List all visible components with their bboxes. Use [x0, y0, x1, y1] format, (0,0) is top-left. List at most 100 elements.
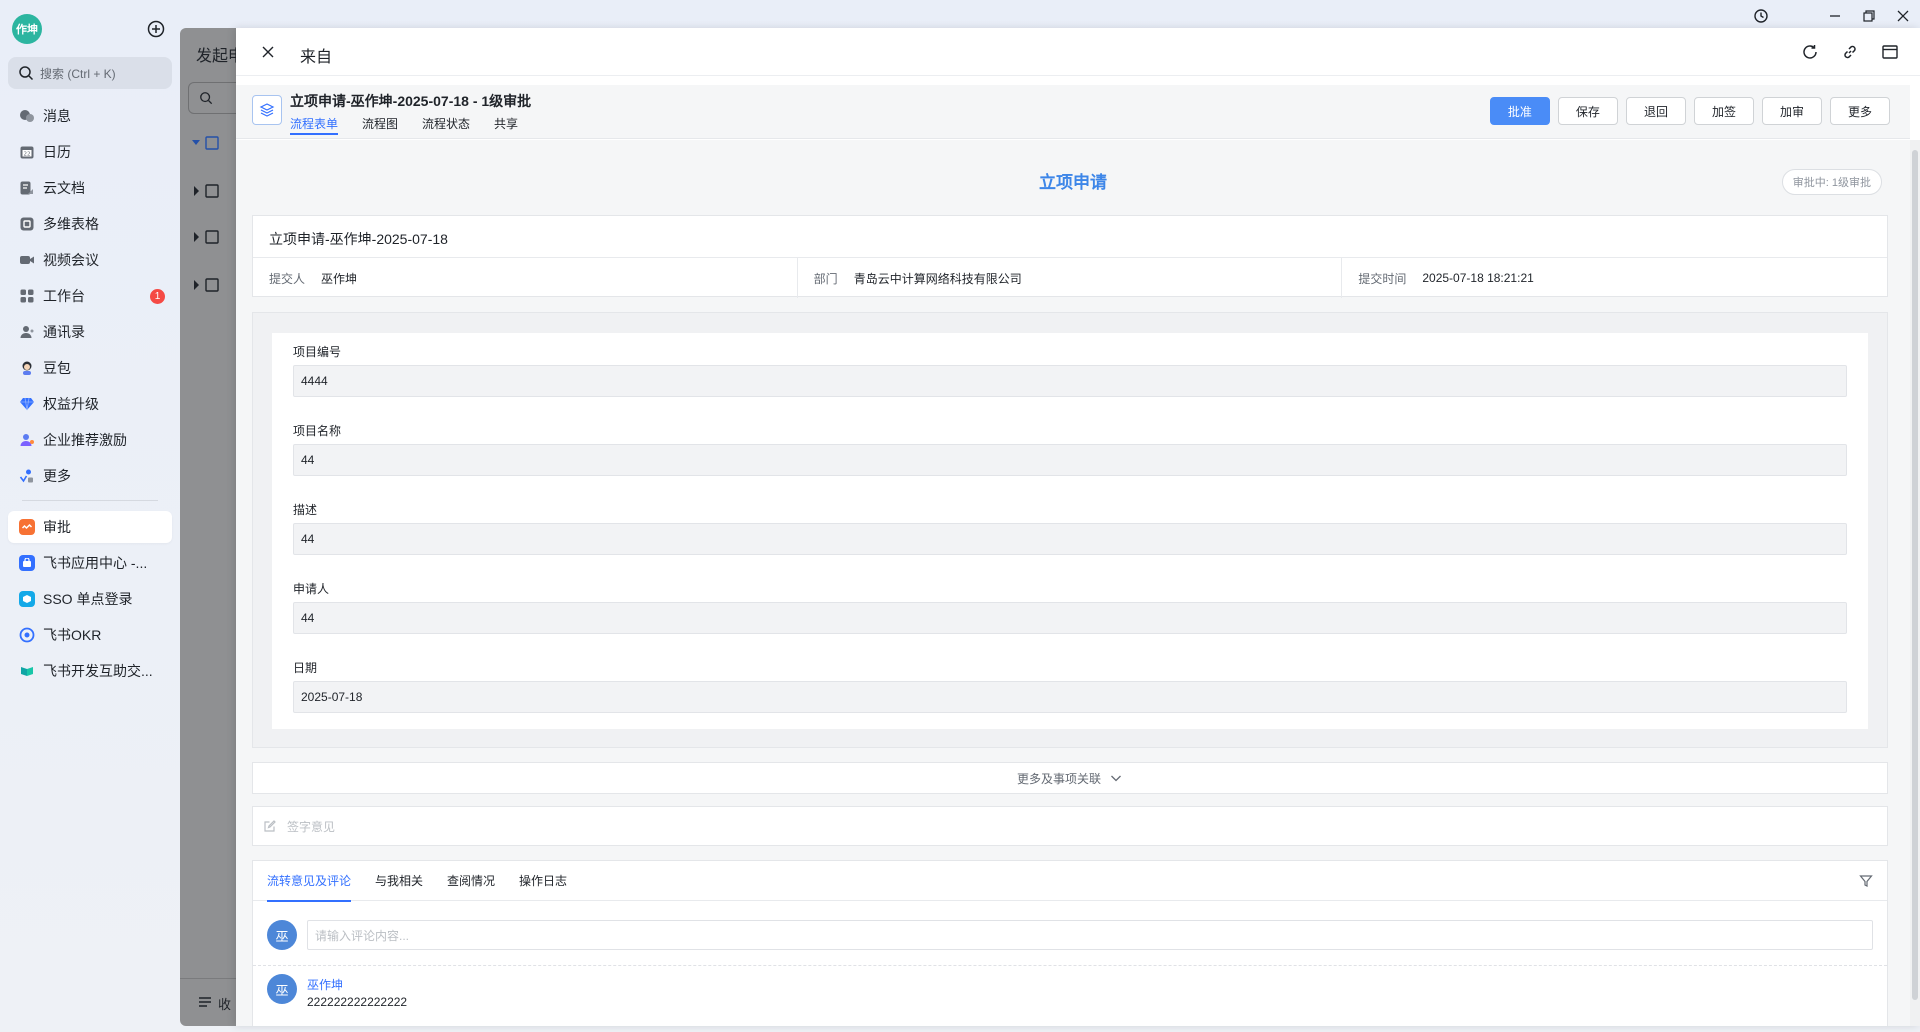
approve-button[interactable]: 批准: [1489, 97, 1550, 125]
message-icon: [19, 108, 35, 124]
sidebar-app-center[interactable]: 飞书应用中心 -...: [8, 547, 172, 579]
tab-operation-log[interactable]: 操作日志: [519, 861, 567, 901]
sidebar-item-label: 企业推荐激励: [43, 432, 127, 448]
notification-badge: 1: [150, 289, 165, 304]
comment-input[interactable]: 请输入评论内容...: [307, 920, 1873, 950]
form-name: 立项申请-巫作坤-2025-07-18: [269, 231, 448, 247]
tab-process-form[interactable]: 流程表单: [290, 115, 339, 135]
comment-author[interactable]: 巫作坤: [307, 976, 343, 993]
process-tabs: 流程表单 流程图 流程状态 共享: [290, 115, 542, 135]
sso-icon: [19, 591, 35, 607]
tab-flow-comments[interactable]: 流转意见及评论: [267, 861, 352, 902]
overlay-tools: [1790, 40, 1910, 64]
refresh-icon[interactable]: [1790, 40, 1830, 64]
search-icon: [18, 65, 34, 81]
signature-opinion-input[interactable]: 签字意见: [252, 806, 1888, 846]
sidebar-item-video[interactable]: 视频会议: [8, 244, 172, 276]
panel-row: [190, 228, 240, 246]
sidebar-item-upgrade[interactable]: 权益升级: [8, 388, 172, 420]
field-value: 44: [293, 523, 1847, 555]
sidebar-item-calendar[interactable]: 22 日历: [8, 136, 172, 168]
close-icon[interactable]: [260, 44, 276, 60]
process-title: 立项申请-巫作坤-2025-07-18 - 1级审批: [290, 93, 532, 109]
user-avatar[interactable]: 作坤: [12, 14, 42, 44]
edit-icon: [263, 819, 277, 833]
tab-view-status[interactable]: 查阅情况: [447, 861, 495, 901]
comment-input-row: 巫 请输入评论内容...: [267, 918, 1873, 952]
filter-icon[interactable]: [1859, 874, 1873, 888]
add-signer-button[interactable]: 加签: [1693, 97, 1754, 125]
calendar-icon: 22: [19, 144, 35, 160]
plus-circle-icon[interactable]: [146, 19, 166, 39]
search-placeholder: 搜索 (Ctrl + K): [40, 66, 116, 81]
open-window-icon[interactable]: [1870, 40, 1910, 64]
more-associations-toggle[interactable]: 更多及事项关联: [252, 762, 1888, 794]
close-window-icon[interactable]: [1886, 4, 1920, 28]
form-info-card: 立项申请-巫作坤-2025-07-18 提交人 巫作坤 部门 青岛云中计算网络科…: [252, 215, 1888, 298]
sidebar-item-contacts[interactable]: 通讯录: [8, 316, 172, 348]
sidebar-item-workplace[interactable]: 工作台 1: [8, 280, 172, 312]
history-icon[interactable]: [1744, 4, 1778, 28]
return-button[interactable]: 退回: [1625, 97, 1686, 125]
search-box[interactable]: 搜索 (Ctrl + K): [8, 57, 172, 89]
dev-group-icon: [19, 663, 35, 679]
sidebar-top: 作坤: [12, 14, 172, 44]
comments-tabs: 流转意见及评论 与我相关 查阅情况 操作日志: [253, 861, 1887, 902]
comments-section: 流转意见及评论 与我相关 查阅情况 操作日志 巫 请输入评论内容... 巫 巫作…: [252, 860, 1888, 1026]
avatar: 巫: [267, 920, 297, 950]
tab-related-to-me[interactable]: 与我相关: [375, 861, 423, 901]
minimize-icon[interactable]: [1818, 4, 1852, 28]
info-department: 部门 青岛云中计算网络科技有限公司: [798, 258, 1343, 298]
sidebar-app-okr[interactable]: 飞书OKR: [8, 619, 172, 651]
scrollbar-thumb[interactable]: [1912, 150, 1918, 1000]
process-logo-icon: [252, 95, 282, 125]
panel-row: [190, 276, 240, 294]
sidebar-item-label: 飞书开发互助交...: [43, 663, 153, 679]
tab-flowchart[interactable]: 流程图: [362, 115, 398, 135]
info-row: 提交人 巫作坤 部门 青岛云中计算网络科技有限公司 提交时间 2025-07-1…: [253, 257, 1887, 298]
comment-text: 222222222222222: [307, 995, 408, 1009]
sidebar-item-messages[interactable]: 消息: [8, 100, 172, 132]
sidebar-item-doubao[interactable]: 豆包: [8, 352, 172, 384]
video-icon: [19, 252, 35, 268]
form-title: 立项申请: [1039, 173, 1107, 192]
approval-list-panel: 发起申 收: [180, 28, 240, 1026]
form-fields-card: 项目编号 4444 项目名称 44 描述 44 申请人 44 日期 2025-0…: [252, 312, 1888, 748]
avatar: 巫: [267, 974, 297, 1004]
panel-row: [190, 134, 240, 152]
field-label: 项目编号: [293, 345, 342, 359]
sidebar-item-label: 多维表格: [43, 216, 99, 232]
add-reviewer-button[interactable]: 加审: [1761, 97, 1822, 125]
sidebar-item-base[interactable]: 多维表格: [8, 208, 172, 240]
field-value: 4444: [293, 365, 1847, 397]
link-icon[interactable]: [1830, 40, 1870, 64]
app-sidebar: 作坤 搜索 (Ctrl + K) 消息 22 日历 云文档 多维表格 视频会议: [0, 0, 180, 1032]
field-value: 44: [293, 444, 1847, 476]
window-controls: [1744, 4, 1920, 28]
scrollbar[interactable]: [1910, 140, 1920, 1026]
sidebar-item-label: SSO 单点登录: [43, 591, 133, 607]
sidebar-item-docs[interactable]: 云文档: [8, 172, 172, 204]
sidebar-item-referral[interactable]: 企业推荐激励: [8, 424, 172, 456]
sidebar-item-label: 消息: [43, 108, 71, 124]
app-center-icon: [19, 555, 35, 571]
info-key: 部门: [813, 271, 838, 286]
contacts-icon: [19, 324, 35, 340]
save-button[interactable]: 保存: [1557, 97, 1618, 125]
sidebar-item-label: 日历: [43, 144, 71, 160]
tab-share[interactable]: 共享: [494, 115, 518, 135]
info-submitter: 提交人 巫作坤: [253, 258, 798, 298]
field-description: 描述 44: [293, 501, 1847, 555]
tab-process-status[interactable]: 流程状态: [422, 115, 470, 135]
sidebar-item-label: 审批: [43, 519, 71, 535]
sidebar-app-sso[interactable]: SSO 单点登录: [8, 583, 172, 615]
process-bar: 立项申请-巫作坤-2025-07-18 - 1级审批 流程表单 流程图 流程状态…: [236, 85, 1910, 139]
field-label: 申请人: [293, 582, 330, 596]
diamond-icon: [19, 396, 35, 412]
sidebar-app-dev-group[interactable]: 飞书开发互助交...: [8, 655, 172, 687]
restore-icon[interactable]: [1852, 4, 1886, 28]
sidebar-item-more[interactable]: 更多: [8, 460, 172, 492]
sidebar-app-approval[interactable]: 审批: [8, 511, 172, 543]
more-button[interactable]: 更多: [1829, 97, 1890, 125]
